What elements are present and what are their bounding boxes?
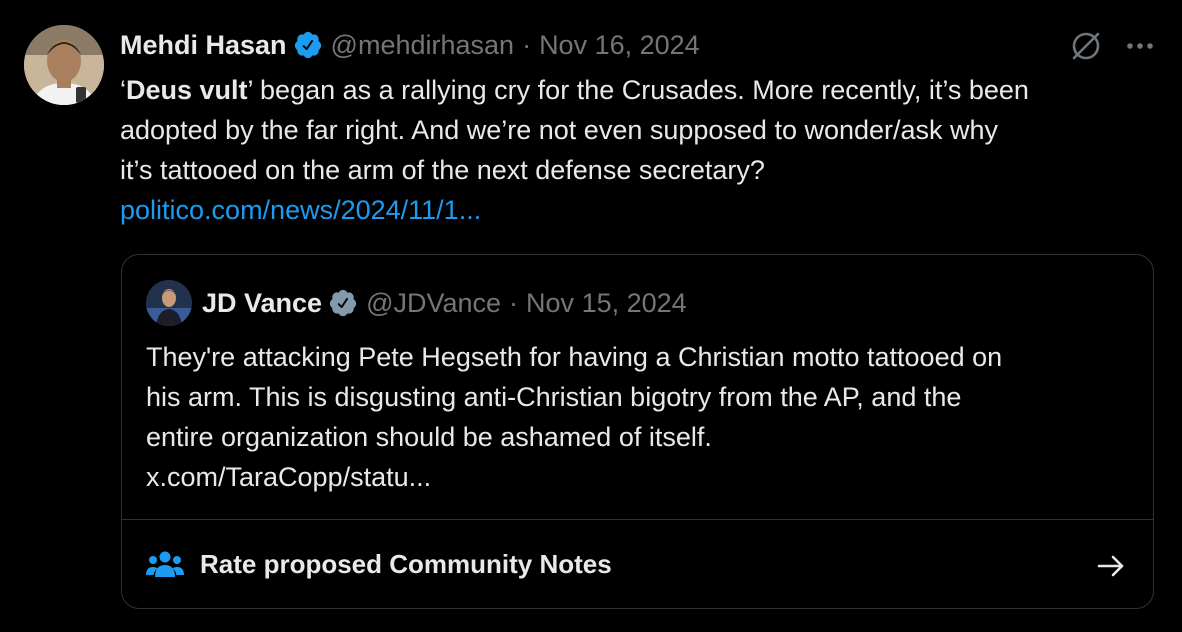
verified-badge-icon[interactable] — [293, 30, 323, 60]
tweet-text-rest: began as a rallying cry for the Crusades… — [252, 75, 1029, 105]
tweet[interactable]: Mehdi Hasan @mehdirhasan · Nov 16, 2024 … — [0, 0, 1182, 632]
quoted-tweet-text: They're attacking Pete Hegseth for havin… — [146, 337, 1136, 497]
community-notes-button[interactable]: Rate proposed Community Notes — [122, 519, 1153, 608]
quoted-author-avatar[interactable] — [146, 280, 192, 326]
bold-phrase: Deus vult — [126, 75, 248, 105]
quoted-link[interactable]: x.com/TaraCopp/statu... — [146, 457, 1136, 497]
grok-icon[interactable] — [1068, 28, 1104, 64]
tweet-date[interactable]: Nov 16, 2024 — [539, 30, 700, 61]
quoted-author-handle[interactable]: @JDVance — [366, 288, 501, 319]
separator-dot: · — [522, 29, 532, 60]
quoted-author-name[interactable]: JD Vance — [202, 288, 322, 319]
quoted-text-line-2: his arm. This is disgusting anti-Christi… — [146, 382, 962, 412]
quoted-text-line-1: They're attacking Pete Hegseth for havin… — [146, 342, 1003, 372]
tweet-text-line-1: ‘Deus vult’ began as a rallying cry for … — [120, 70, 1160, 110]
more-icon[interactable] — [1122, 28, 1158, 64]
author-avatar[interactable] — [24, 25, 104, 105]
article-link[interactable]: politico.com/news/2024/11/1... — [120, 190, 1160, 230]
quoted-tweet[interactable]: JD Vance @JDVance · Nov 15, 2024 They're… — [121, 254, 1154, 609]
quoted-tweet-header: JD Vance @JDVance · Nov 15, 2024 — [146, 280, 687, 326]
author-handle[interactable]: @mehdirhasan — [331, 30, 515, 61]
separator-dot: · — [509, 287, 519, 318]
quoted-text-line-3: entire organization should be ashamed of… — [146, 422, 712, 452]
tweet-header: Mehdi Hasan @mehdirhasan · Nov 16, 2024 — [120, 28, 700, 62]
verified-gray-badge-icon[interactable] — [328, 288, 358, 318]
quoted-tweet-date[interactable]: Nov 15, 2024 — [526, 288, 687, 319]
tweet-text: ‘Deus vult’ began as a rallying cry for … — [120, 70, 1160, 230]
arrow-right-icon — [1095, 550, 1127, 582]
people-icon — [146, 549, 186, 581]
community-notes-label: Rate proposed Community Notes — [200, 549, 612, 579]
tweet-text-line-2: adopted by the far right. And we’re not … — [120, 115, 999, 145]
tweet-actions — [1068, 28, 1158, 64]
tweet-text-line-3: it’s tattooed on the arm of the next def… — [120, 155, 765, 185]
author-name[interactable]: Mehdi Hasan — [120, 30, 287, 61]
